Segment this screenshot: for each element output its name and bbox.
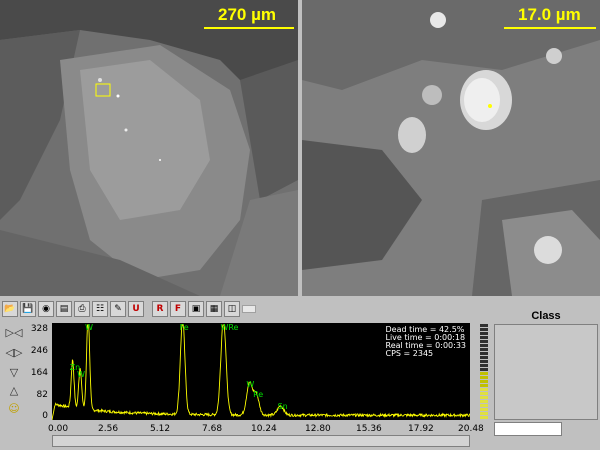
expand-horizontal-icon[interactable]: ▷◁ — [4, 326, 24, 340]
scale-bar-line — [504, 27, 596, 29]
peak-label: WRe — [220, 323, 239, 332]
save-icon[interactable]: 💾 — [20, 301, 36, 317]
y-tick: 328 — [30, 324, 48, 334]
camera-icon[interactable]: ◉ — [38, 301, 54, 317]
class-panel: Class — [494, 308, 598, 420]
meter-segment — [480, 364, 488, 367]
meter-segment — [480, 332, 488, 335]
scale-bar-label: 270 µm — [218, 5, 276, 24]
contract-vertical-icon[interactable]: △ — [4, 384, 24, 398]
meter-segment — [480, 384, 488, 387]
copy-icon[interactable]: ☷ — [92, 301, 108, 317]
y-tick: 0 — [42, 411, 48, 421]
meter-segment — [480, 404, 488, 407]
meter-segment — [480, 360, 488, 363]
meter-segment — [480, 380, 488, 383]
print-icon[interactable]: ⎙ — [74, 301, 90, 317]
unit-icon[interactable]: U — [128, 301, 144, 317]
x-tick: 5.12 — [150, 424, 171, 434]
contract-horizontal-icon[interactable]: ◁▷ — [4, 346, 24, 360]
peak-label: Sn — [277, 401, 288, 411]
expand-vertical-icon[interactable]: ▽ — [4, 366, 24, 380]
meter-segment — [480, 324, 488, 327]
cps: CPS = 2345 — [385, 349, 434, 358]
peak-label: W — [85, 323, 94, 332]
meter-segment — [480, 328, 488, 331]
scale-bar-line — [204, 27, 294, 29]
meter-segment — [480, 400, 488, 403]
meter-segment — [480, 416, 488, 419]
meter-segment — [480, 376, 488, 379]
meter-segment — [480, 392, 488, 395]
meter-segment — [480, 348, 488, 351]
y-tick: 82 — [36, 390, 48, 400]
x-tick: 17.92 — [408, 424, 434, 434]
blank-icon[interactable] — [242, 305, 256, 313]
peak-label: W — [77, 370, 86, 380]
sem-image-right-graphic — [302, 0, 600, 296]
meter-segment — [480, 396, 488, 399]
spectrum-plot[interactable]: Dead time = 42.5% Live time = 0:00:18 Re… — [52, 323, 470, 420]
y-tick: 164 — [30, 368, 48, 378]
y-tick: 246 — [30, 346, 48, 356]
meter-segment — [480, 356, 488, 359]
meter-segment — [480, 336, 488, 339]
frame-icon[interactable]: ▣ — [188, 301, 204, 317]
meter-segment — [480, 368, 488, 371]
app-window: 270 µm 17.0 µm 📂 💾 ◉ ▤ ⎙ ☷ ✎ U R F ▣ ▦ ◫… — [0, 0, 600, 450]
meter-segment — [480, 344, 488, 347]
filter-icon[interactable]: F — [170, 301, 186, 317]
meter-segment — [480, 408, 488, 411]
scale-bar-label: 17.0 µm — [518, 5, 581, 24]
acquisition-stats: Dead time = 42.5% Live time = 0:00:18 Re… — [386, 326, 467, 358]
meter-segment — [480, 340, 488, 343]
x-tick: 12.80 — [305, 424, 331, 434]
x-tick: 20.48 — [458, 424, 484, 434]
peak-label: Fe — [179, 323, 189, 332]
x-tick: 15.36 — [356, 424, 382, 434]
spectrum-scrollbar[interactable] — [52, 435, 470, 447]
grid-icon[interactable]: ▦ — [206, 301, 222, 317]
open-icon[interactable]: 📂 — [2, 301, 18, 317]
report-icon[interactable]: ▤ — [56, 301, 72, 317]
count-rate-meter — [480, 324, 490, 420]
meter-segment — [480, 372, 488, 375]
meter-segment — [480, 352, 488, 355]
meter-segment — [480, 412, 488, 415]
sem-image-right[interactable] — [302, 0, 600, 296]
smiley-icon[interactable]: ☺ — [4, 402, 24, 416]
sem-image-left-graphic — [0, 0, 298, 296]
class-input[interactable] — [494, 422, 562, 436]
x-tick: 7.68 — [202, 424, 223, 434]
class-title: Class — [531, 310, 561, 322]
sem-image-left[interactable] — [0, 0, 298, 296]
peak-label: W — [246, 379, 255, 389]
class-list[interactable] — [494, 324, 598, 420]
x-tick: 10.24 — [251, 424, 277, 434]
spectrum-red-icon[interactable]: R — [152, 301, 168, 317]
export-icon[interactable]: ◫ — [224, 301, 240, 317]
x-tick: 2.56 — [98, 424, 119, 434]
peak-label: Re — [253, 390, 264, 400]
x-tick: 0.00 — [48, 424, 69, 434]
edit-icon[interactable]: ✎ — [110, 301, 126, 317]
meter-segment — [480, 388, 488, 391]
